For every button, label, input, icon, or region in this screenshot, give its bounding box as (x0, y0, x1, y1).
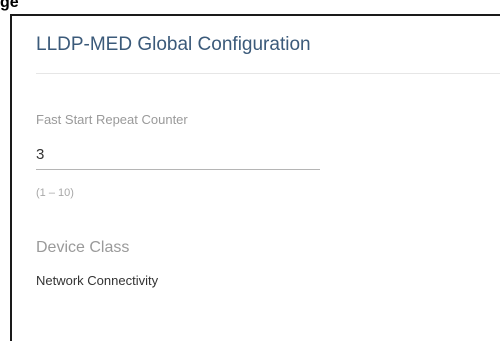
fast-start-range-hint: (1 – 10) (36, 187, 74, 199)
device-class-value: Network Connectivity (36, 273, 159, 288)
panel-divider (36, 73, 500, 74)
fast-start-repeat-counter-input[interactable] (36, 140, 320, 170)
fast-start-repeat-counter-label: Fast Start Repeat Counter (36, 112, 188, 127)
lldp-med-global-configuration-panel: LLDP-MED Global Configuration Fast Start… (10, 14, 500, 341)
device-class-label: Device Class (36, 239, 130, 256)
page: ge LLDP-MED Global Configuration Fast St… (0, 0, 500, 341)
panel-title: LLDP-MED Global Configuration (36, 34, 311, 55)
page-heading-fragment: ge (0, 0, 19, 11)
